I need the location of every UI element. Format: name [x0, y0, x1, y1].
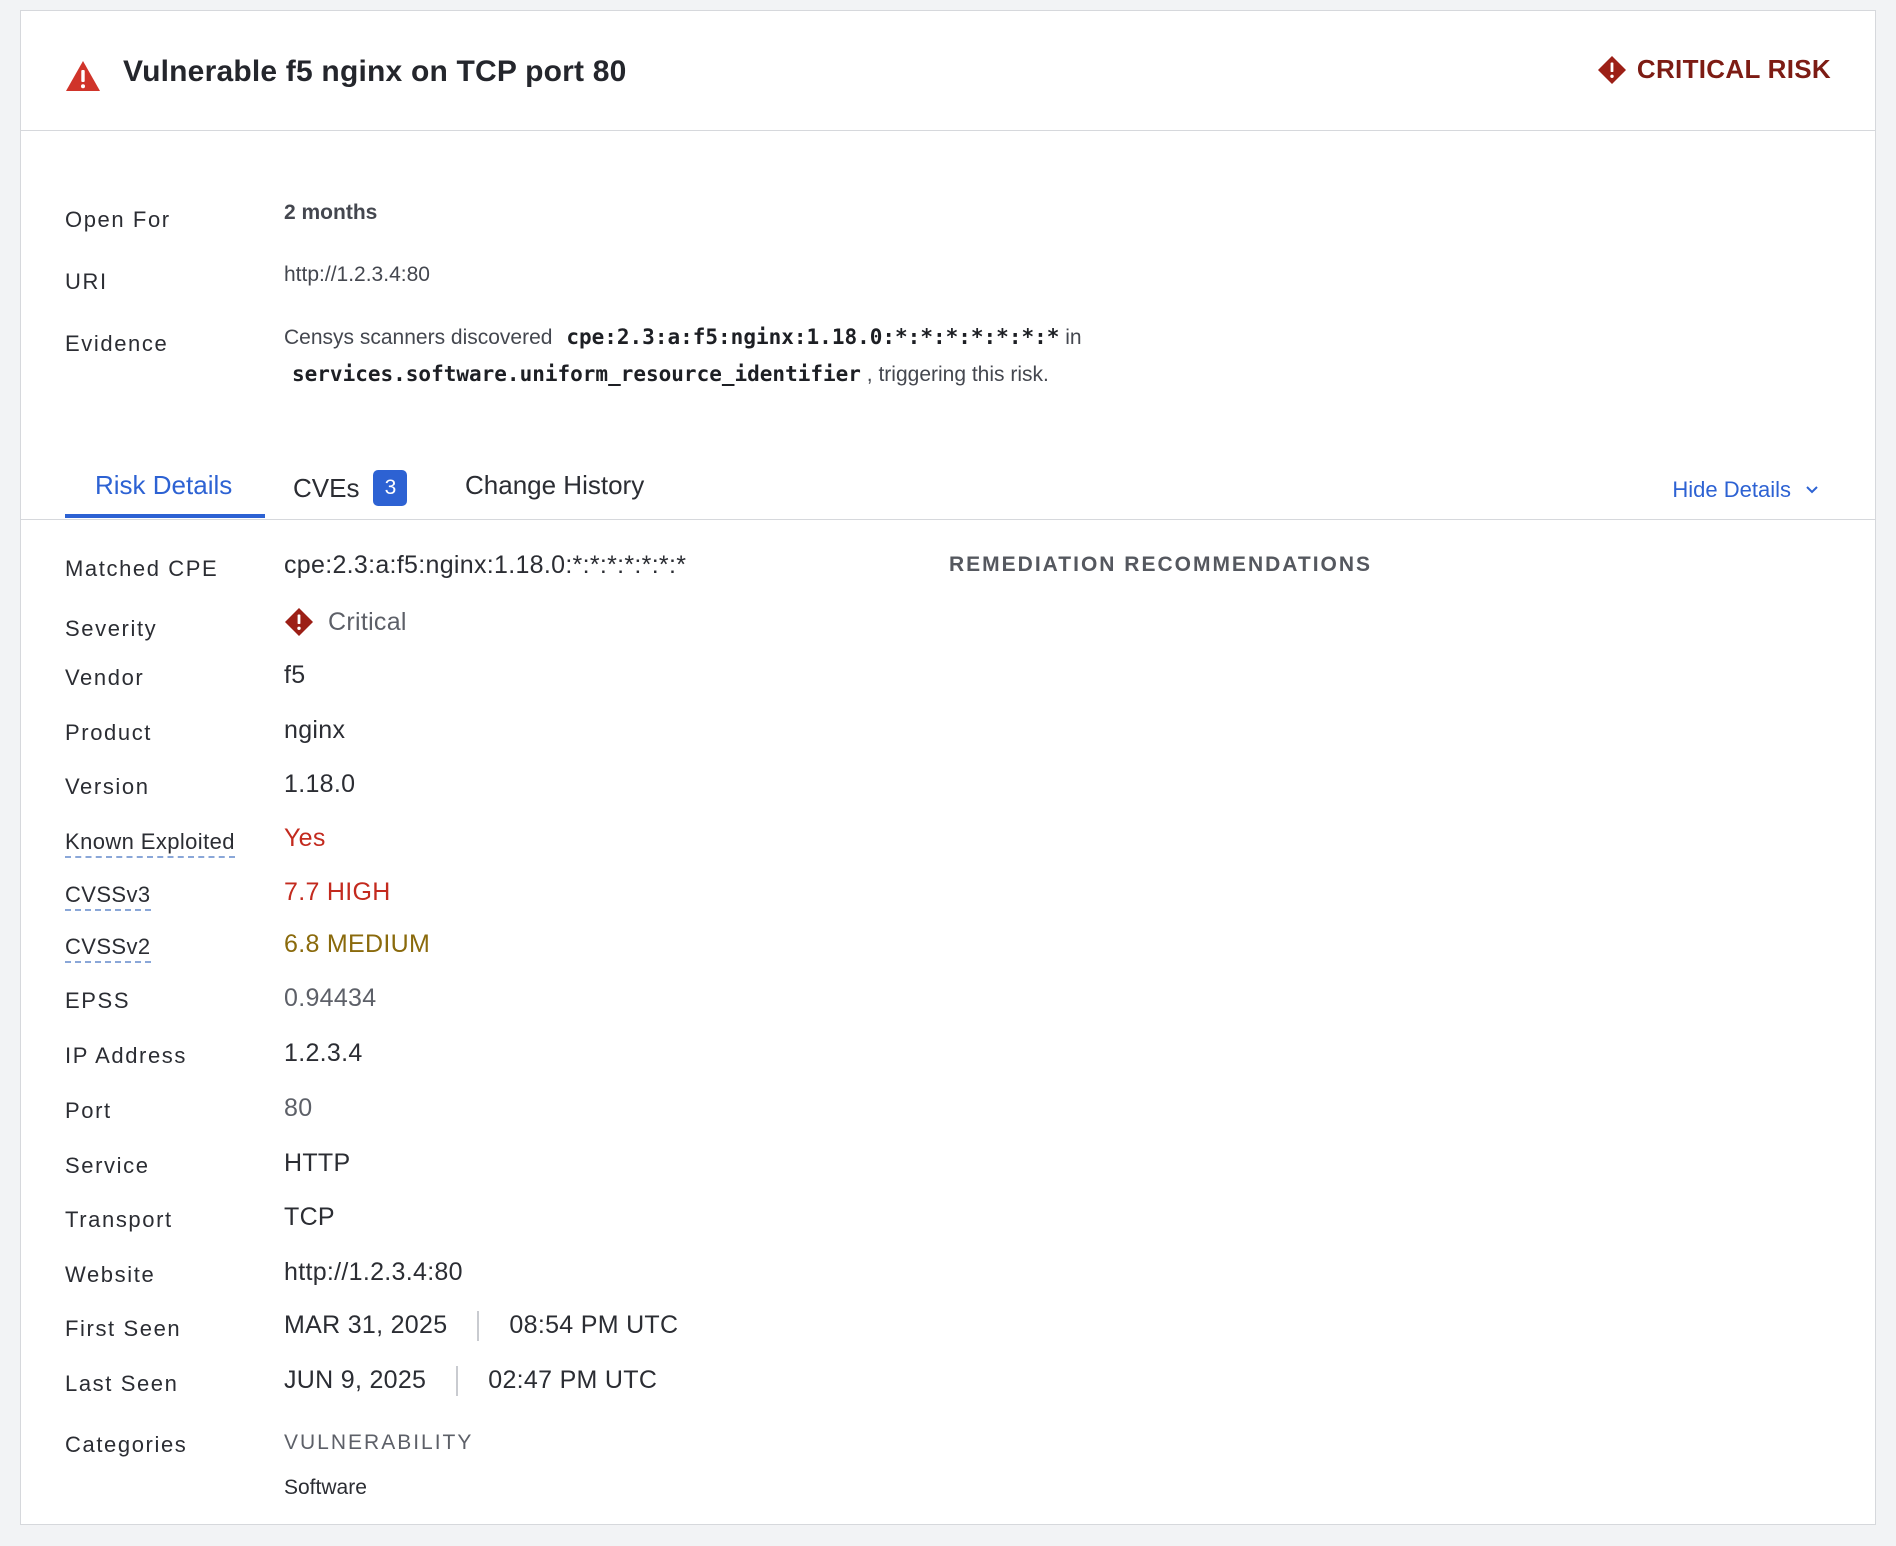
- critical-diamond-icon: [1597, 55, 1626, 84]
- last-seen-date: JUN 9, 2025: [284, 1366, 427, 1394]
- evidence-suffix: , triggering this risk.: [866, 363, 1049, 386]
- known-exploited-label[interactable]: Known Exploited: [65, 829, 235, 858]
- severity-label: Severity: [65, 616, 158, 641]
- transport-value: TCP: [284, 1203, 335, 1231]
- service-value: HTTP: [284, 1149, 351, 1177]
- ip-address-value: 1.2.3.4: [284, 1039, 363, 1067]
- severity-text: Critical: [328, 607, 407, 636]
- version-label: Version: [65, 774, 150, 799]
- transport-label: Transport: [65, 1207, 173, 1232]
- tab-cves-label: CVEs: [293, 472, 360, 503]
- first-seen-time: 08:54 PM UTC: [509, 1311, 679, 1339]
- first-seen-date: MAR 31, 2025: [284, 1311, 448, 1339]
- open-for-label: Open For: [65, 207, 171, 232]
- website-value[interactable]: http://1.2.3.4:80: [284, 1258, 463, 1287]
- uri-label: URI: [65, 269, 108, 294]
- tab-cves[interactable]: CVEs 3: [293, 470, 408, 506]
- tab-risk-details[interactable]: Risk Details: [95, 470, 232, 501]
- last-seen-value: JUN 9, 2025 02:47 PM UTC: [284, 1366, 658, 1397]
- critical-diamond-icon: [285, 608, 313, 636]
- uri-value: http://1.2.3.4:80: [284, 263, 430, 286]
- hide-details-label: Hide Details: [1672, 477, 1791, 502]
- hide-details-button[interactable]: Hide Details: [1672, 477, 1819, 503]
- warning-triangle-icon: [66, 61, 100, 91]
- website-label: Website: [65, 1262, 156, 1287]
- cvssv2-label[interactable]: CVSSv2: [65, 934, 151, 963]
- evidence-line-1: Censys scanners discovered cpe:2.3:a:f5:…: [284, 325, 1082, 350]
- service-label: Service: [65, 1153, 150, 1178]
- port-label: Port: [65, 1098, 112, 1123]
- cves-count-badge: 3: [373, 470, 408, 506]
- last-seen-label: Last Seen: [65, 1371, 179, 1396]
- product-value: nginx: [284, 716, 346, 744]
- last-seen-time: 02:47 PM UTC: [488, 1366, 658, 1394]
- vendor-label: Vendor: [65, 665, 145, 690]
- cvssv2-value: 6.8 MEDIUM: [284, 930, 431, 958]
- risk-level-badge: CRITICAL RISK: [1597, 54, 1831, 85]
- first-seen-divider: [477, 1311, 480, 1342]
- cvssv3-value: 7.7 HIGH: [284, 878, 391, 906]
- matched-cpe-label: Matched CPE: [65, 556, 219, 581]
- tab-risk-details-label: Risk Details: [95, 470, 233, 500]
- category-value: VULNERABILITY: [284, 1431, 474, 1454]
- categories-label: Categories: [65, 1432, 188, 1457]
- first-seen-label: First Seen: [65, 1316, 182, 1341]
- active-tab-indicator: [65, 514, 265, 518]
- evidence-label: Evidence: [65, 331, 169, 356]
- first-seen-value: MAR 31, 2025 08:54 PM UTC: [284, 1311, 679, 1342]
- open-for-value: 2 months: [284, 201, 378, 224]
- evidence-field: services.software.uniform_resource_ident…: [292, 362, 861, 386]
- epss-value: 0.94434: [284, 984, 377, 1012]
- last-seen-divider: [456, 1366, 459, 1397]
- known-exploited-value: Yes: [284, 824, 326, 852]
- evidence-in: in: [1065, 326, 1082, 349]
- ip-address-label: IP Address: [65, 1043, 187, 1068]
- matched-cpe-value: cpe:2.3:a:f5:nginx:1.18.0:*:*:*:*:*:*:*: [284, 551, 687, 579]
- cvssv3-label[interactable]: CVSSv3: [65, 882, 151, 911]
- risk-level-label: CRITICAL RISK: [1636, 54, 1831, 84]
- remediation-heading: REMEDIATION RECOMMENDATIONS: [949, 553, 1373, 576]
- evidence-cpe: cpe:2.3:a:f5:nginx:1.18.0:*:*:*:*:*:*:*: [566, 325, 1060, 349]
- subcategory-value: Software: [284, 1476, 367, 1499]
- tab-change-history[interactable]: Change History: [465, 470, 644, 501]
- epss-label: EPSS: [65, 988, 131, 1013]
- version-value: 1.18.0: [284, 770, 356, 798]
- risk-card: Vulnerable f5 nginx on TCP port 80 CRITI…: [20, 10, 1876, 1525]
- vendor-value: f5: [284, 661, 306, 689]
- port-value: 80: [284, 1094, 313, 1122]
- severity-value: Critical: [284, 607, 407, 637]
- tab-change-history-label: Change History: [465, 470, 645, 500]
- chevron-down-icon: [1806, 486, 1818, 494]
- page-title: Vulnerable f5 nginx on TCP port 80: [123, 55, 627, 88]
- product-label: Product: [65, 720, 153, 745]
- risk-header: Vulnerable f5 nginx on TCP port 80 CRITI…: [21, 11, 1875, 131]
- tab-bar: Risk Details CVEs 3 Change History Hide …: [21, 456, 1875, 520]
- evidence-line-2: services.software.uniform_resource_ident…: [292, 362, 1049, 387]
- evidence-prefix: Censys scanners discovered: [284, 326, 553, 349]
